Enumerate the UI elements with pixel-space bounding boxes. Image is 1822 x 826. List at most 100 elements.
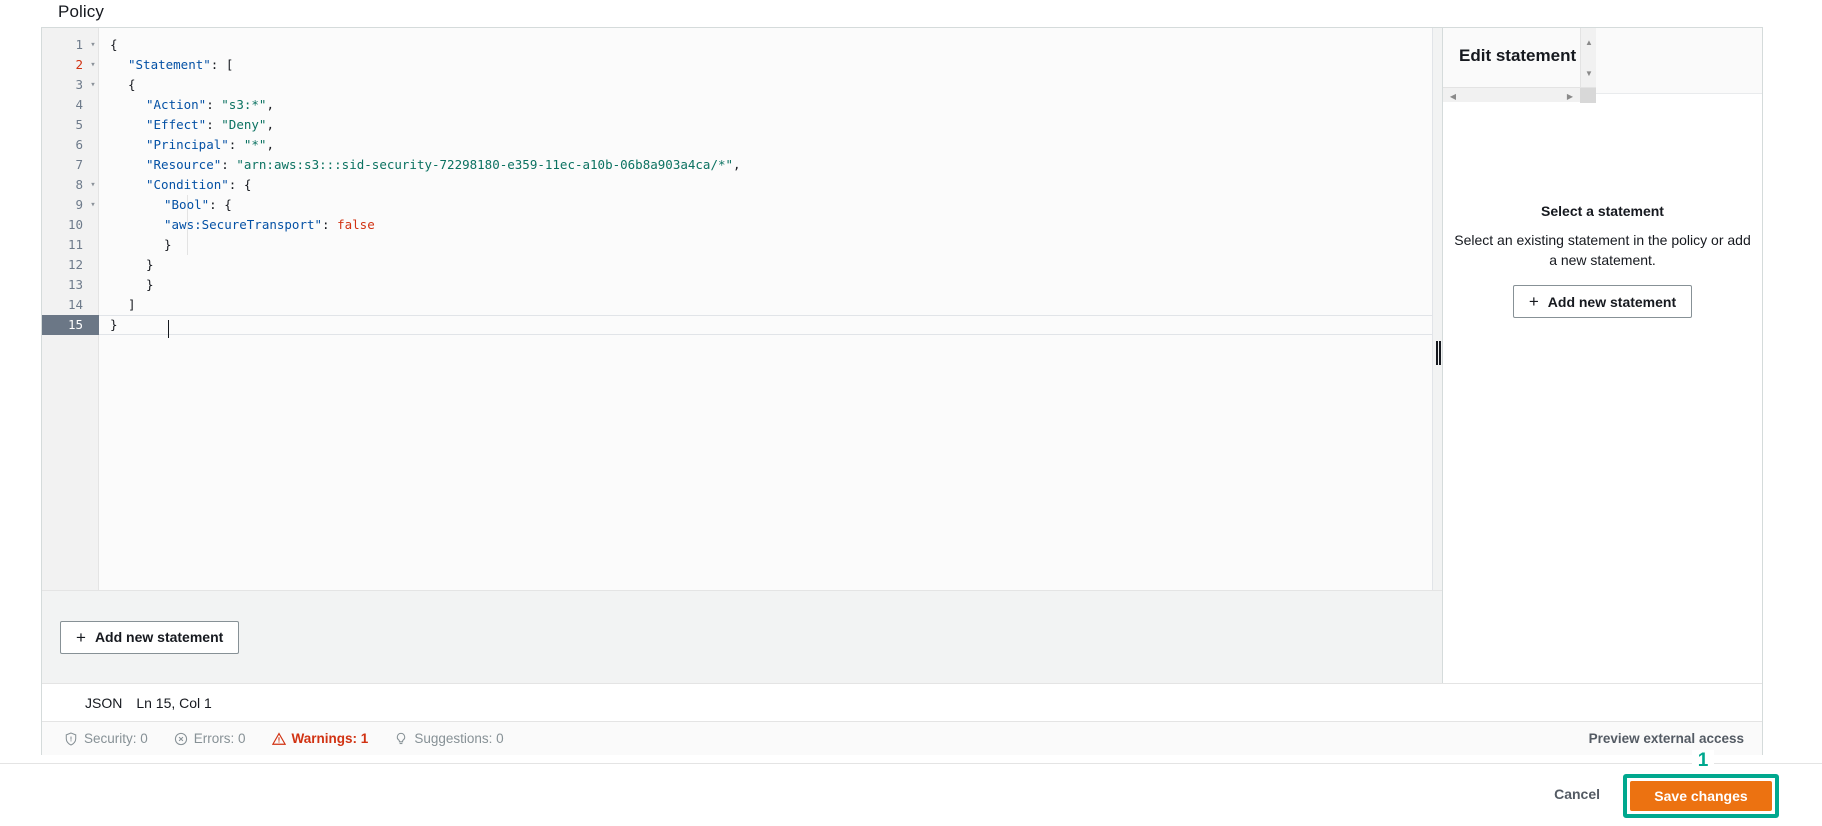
- line-number: 15: [42, 315, 99, 335]
- empty-state-description: Select an existing statement in the poli…: [1454, 232, 1751, 268]
- editor-and-side-panel-row: 1 ▾ {2 ▾ "Statement": [3 ▾ {4 "Action": "s3:*",…: [42, 28, 1762, 683]
- text-caret: [168, 320, 169, 338]
- language-label: JSON: [85, 694, 123, 711]
- finding-errors[interactable]: Errors: 0: [174, 731, 246, 746]
- code-line[interactable]: 12}: [42, 255, 1442, 275]
- line-number: 7: [75, 157, 83, 172]
- code-line-text: "aws:SecureTransport": false: [110, 215, 375, 235]
- code-token: :: [228, 137, 244, 152]
- code-line-text: }: [110, 255, 154, 275]
- code-line[interactable]: 10 "aws:SecureTransport": false: [42, 215, 1442, 235]
- code-line-text: "Statement": [: [110, 55, 233, 75]
- code-line-text: ]: [110, 295, 136, 315]
- line-number: 2: [75, 57, 83, 72]
- code-token: "Condition": [146, 177, 229, 192]
- chevron-right-icon[interactable]: ▶: [1562, 88, 1578, 104]
- code-token: "Principal": [146, 137, 229, 152]
- line-number: 4: [75, 97, 83, 112]
- code-token: "Resource": [146, 157, 222, 172]
- code-line-text: "Principal": "*",: [110, 135, 274, 155]
- code-line[interactable]: 5 "Effect": "Deny",: [42, 115, 1442, 135]
- code-token: ,: [733, 157, 741, 172]
- fold-toggle-icon[interactable]: ▾: [88, 55, 98, 75]
- code-token: "Deny": [221, 117, 267, 132]
- code-line[interactable]: 7 "Resource": "arn:aws:s3:::sid-security-…: [42, 155, 1442, 175]
- code-line[interactable]: 4 "Action": "s3:*",: [42, 95, 1442, 115]
- code-area[interactable]: 1 ▾ {2 ▾ "Statement": [3 ▾ {4 "Action": "s3:*",…: [42, 28, 1442, 590]
- policy-json-editor: 1 ▾ {2 ▾ "Statement": [3 ▾ {4 "Action": "s3:*",…: [42, 28, 1442, 683]
- code-line-text: "Effect": "Deny",: [110, 115, 274, 135]
- empty-state-title: Select a statement: [1541, 203, 1664, 219]
- chevron-up-icon[interactable]: ▲: [1581, 34, 1597, 50]
- horizontal-scrollbar[interactable]: ◀ ▶: [1443, 87, 1596, 104]
- plus-icon: +: [76, 627, 86, 647]
- editor-actions-bar: + Add new statement: [42, 590, 1442, 683]
- code-line-text: "Action": "s3:*",: [110, 95, 274, 115]
- code-token: "*": [243, 137, 267, 152]
- code-token: ,: [266, 117, 274, 132]
- finding-suggestions[interactable]: Suggestions: 0: [394, 731, 504, 746]
- finding-label: Security: 0: [84, 731, 148, 746]
- code-token: :: [206, 97, 222, 112]
- chevron-down-icon[interactable]: ▼: [1581, 65, 1597, 81]
- code-line[interactable]: 3 ▾ {: [42, 75, 1442, 95]
- code-token: }: [146, 257, 154, 272]
- code-line[interactable]: 14]: [42, 295, 1442, 315]
- side-add-new-statement-button[interactable]: + Add new statement: [1512, 285, 1693, 318]
- code-token: "arn:aws:s3:::sid-security-72298180-e359…: [236, 157, 734, 172]
- code-line[interactable]: 6 "Principal": "*",: [42, 135, 1442, 155]
- error-circle-icon: [174, 732, 188, 746]
- code-line[interactable]: 13}: [42, 275, 1442, 295]
- code-token: : [: [210, 57, 234, 72]
- chevron-left-icon[interactable]: ◀: [1445, 88, 1461, 104]
- code-token: false: [337, 217, 375, 232]
- code-token: "Effect": [146, 117, 207, 132]
- code-line[interactable]: 15}: [42, 315, 1442, 335]
- cancel-button[interactable]: Cancel: [1548, 785, 1606, 803]
- finding-security[interactable]: Security: 0: [64, 731, 148, 746]
- edit-statement-header: Edit statement ▲ ▼ ◀ ▶: [1443, 28, 1762, 103]
- finding-label: Suggestions: 0: [414, 731, 504, 746]
- code-token: "Bool": [164, 197, 210, 212]
- edit-statement-panel: Edit statement ▲ ▼ ◀ ▶ Select a statemen…: [1442, 28, 1762, 683]
- add-new-statement-label: Add new statement: [94, 629, 224, 645]
- line-number: 6: [75, 137, 83, 152]
- warning-triangle-icon: [271, 731, 286, 746]
- editor-resize-handle[interactable]: [1432, 28, 1442, 590]
- preview-external-access-link[interactable]: Preview external access: [1589, 731, 1744, 746]
- line-number: 14: [67, 297, 83, 312]
- add-new-statement-button[interactable]: + Add new statement: [60, 620, 240, 654]
- code-line[interactable]: 9 ▾ "Bool": {: [42, 195, 1442, 215]
- code-line[interactable]: 1 ▾ {: [42, 35, 1442, 55]
- code-token: "Statement": [128, 57, 211, 72]
- line-number: 3: [75, 77, 83, 92]
- code-line[interactable]: 2 ▾ "Statement": [: [42, 55, 1442, 75]
- fold-toggle-icon[interactable]: ▾: [88, 75, 98, 95]
- line-number: 11: [67, 237, 83, 252]
- line-number: 10: [67, 217, 83, 232]
- line-number: 1: [75, 37, 83, 52]
- line-number: 8: [75, 177, 83, 192]
- code-token: ]: [128, 297, 136, 312]
- fold-toggle-icon[interactable]: ▾: [88, 175, 98, 195]
- fold-toggle-icon[interactable]: ▾: [88, 35, 98, 55]
- code-token: ,: [266, 97, 274, 112]
- line-number: 12: [67, 257, 83, 272]
- cursor-position-label: Ln 15, Col 1: [136, 694, 212, 711]
- scrollbar-corner: [1580, 88, 1596, 103]
- line-number: 13: [67, 277, 83, 292]
- vertical-scrollbar[interactable]: ▲ ▼: [1580, 28, 1596, 87]
- policy-editor-page: Policy 1 ▾{2 ▾ "Statement": [3 ▾{4 "Action": …: [0, 0, 1822, 826]
- code-token: {: [110, 37, 118, 52]
- code-token: :: [221, 157, 237, 172]
- code-lines[interactable]: 1 ▾ {2 ▾ "Statement": [3 ▾ {4 "Action": "s3:*",…: [42, 28, 1442, 590]
- finding-label: Errors: 0: [193, 731, 246, 746]
- code-line[interactable]: 8 ▾ "Condition": {: [42, 175, 1442, 195]
- code-line[interactable]: 11}: [42, 235, 1442, 255]
- finding-warnings[interactable]: Warnings: 1: [271, 731, 368, 746]
- save-changes-button[interactable]: Save changes: [1630, 781, 1772, 811]
- fold-toggle-icon[interactable]: ▾: [88, 195, 98, 215]
- annotation-step-number: 1: [1692, 750, 1714, 772]
- code-token: : {: [228, 177, 252, 192]
- side-add-new-statement-label: Add new statement: [1547, 293, 1677, 310]
